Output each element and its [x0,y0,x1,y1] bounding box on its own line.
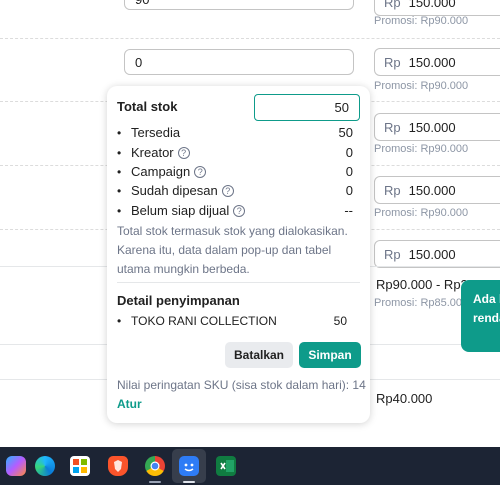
stock-item-value: 0 [345,145,353,160]
price-value: 150.000 [408,246,456,262]
stock-item-value: 50 [338,125,353,140]
price-value: 150.000 [408,0,456,10]
stock-item-campaign: • Campaign? 0 [117,164,353,179]
stock-input-top-value: 90 [135,0,149,7]
atur-link[interactable]: Atur [117,397,142,411]
stock-item-belum-siap-dijual: • Belum siap dijual? -- [117,203,353,218]
bullet: • [117,145,122,160]
excel-icon[interactable] [216,456,236,476]
total-stock-label: Total stok [117,99,178,114]
price-value: 150.000 [408,182,456,198]
stock-item-label: Kreator [131,145,174,160]
divider [117,282,360,283]
stock-item-label: Sudah dipesan [131,183,218,198]
stock-item-tersedia: • Tersedia 50 [117,125,353,140]
price-input[interactable]: Rp 150.000 [374,113,500,141]
currency-label: Rp [384,54,401,70]
total-stock-input[interactable]: 50 [254,94,360,121]
bullet: • [117,314,122,328]
save-button[interactable]: Simpan [299,342,361,368]
bullet: • [117,203,122,218]
stock-item-label: Campaign [131,164,191,179]
stock-item-value: -- [344,203,353,218]
notification-toast[interactable]: Ada h renda [461,280,500,352]
currency-label: Rp [384,0,401,10]
bullet: • [117,164,122,179]
sku-warning-note: Nilai peringatan SKU (sisa stok dalam ha… [117,378,366,392]
storage-detail-title: Detail penyimpanan [117,293,240,308]
store-stock-value: 50 [333,314,347,328]
price-input[interactable]: Rp 150.000 [374,240,500,268]
edge-icon[interactable] [35,456,55,476]
stock-item-label: Tersedia [131,125,181,140]
price-value: 150.000 [408,119,456,135]
cancel-button[interactable]: Batalkan [225,342,293,368]
stock-item-label: Belum siap dijual [131,203,230,218]
bullet: • [117,183,122,198]
help-icon[interactable]: ? [194,165,207,178]
currency-label: Rp [384,182,401,198]
chrome-icon[interactable] [145,456,165,476]
stock-item-kreator: • Kreator? 0 [117,145,353,160]
store-icon[interactable] [70,456,90,476]
promo-text: Promosi: Rp90.000 [374,143,469,155]
store-name: TOKO RANI COLLECTION [131,314,277,328]
help-icon[interactable]: ? [233,204,246,217]
storage-row: • TOKO RANI COLLECTION 50 [117,314,347,328]
stock-item-sudah-dipesan: • Sudah dipesan? 0 [117,183,353,198]
stock-input[interactable]: 0 [124,49,354,75]
windows-taskbar [0,447,500,485]
promo-text: Promosi: Rp85.000 [374,297,469,309]
copilot-icon[interactable] [6,456,26,476]
help-icon[interactable]: ? [221,184,234,197]
total-stock-value: 50 [334,100,349,115]
stock-item-value: 0 [345,164,353,179]
active-indicator [149,481,161,483]
app-icon[interactable] [179,456,199,476]
help-icon[interactable]: ? [177,146,190,159]
stock-detail-popup: Total stok 50 • Tersedia 50 • Kreator? 0… [107,86,370,423]
price-value-last: Rp40.000 [376,391,433,406]
promo-text: Promosi: Rp90.000 [374,15,469,27]
toast-line: Ada h [473,292,500,306]
price-input[interactable]: Rp 150.000 [374,176,500,204]
row-divider [0,38,500,39]
price-input-top[interactable]: Rp 150.000 [374,0,500,16]
price-value: 150.000 [408,54,456,70]
brave-icon[interactable] [108,456,128,476]
toast-line: renda [473,311,500,325]
stock-input-top[interactable]: 90 [124,0,354,10]
active-indicator [183,481,195,483]
currency-label: Rp [384,246,401,262]
stock-item-value: 0 [345,183,353,198]
currency-label: Rp [384,119,401,135]
stock-note: Total stok termasuk stok yang dialokasik… [117,224,348,276]
bullet: • [117,125,122,140]
promo-text: Promosi: Rp90.000 [374,80,469,92]
promo-text: Promosi: Rp90.000 [374,207,469,219]
stock-input-value: 0 [135,54,143,70]
price-input[interactable]: Rp 150.000 [374,48,500,76]
